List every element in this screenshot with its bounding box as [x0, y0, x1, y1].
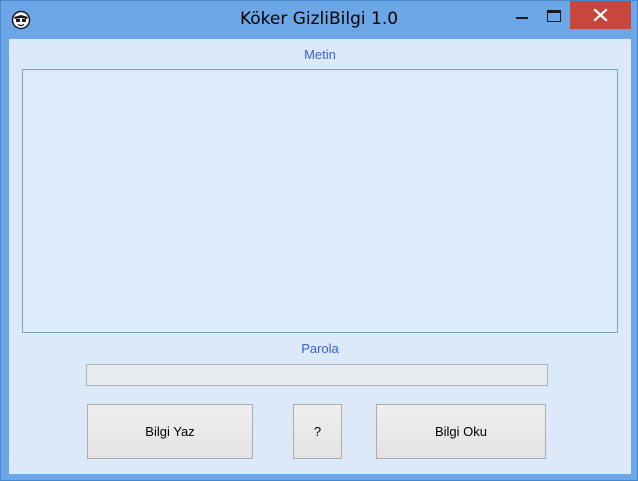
title-bar[interactable]: Köker GizliBilgi 1.0 — [1, 1, 637, 38]
message-label: Metin — [304, 47, 336, 62]
close-button[interactable] — [570, 1, 631, 29]
password-label: Parola — [301, 341, 339, 356]
password-input[interactable] — [86, 364, 548, 386]
write-info-button[interactable]: Bilgi Yaz — [87, 404, 253, 459]
maximize-button[interactable] — [538, 1, 570, 31]
close-icon — [593, 8, 608, 22]
read-info-button[interactable]: Bilgi Oku — [376, 404, 546, 459]
minimize-button[interactable] — [506, 1, 538, 31]
message-textarea[interactable] — [22, 69, 618, 333]
client-area: Metin Parola Bilgi Yaz ? Bilgi Oku — [9, 39, 631, 474]
maximize-icon — [547, 10, 561, 22]
help-button[interactable]: ? — [293, 404, 342, 459]
face-icon[interactable] — [11, 10, 31, 30]
app-window: Köker GizliBilgi 1.0 Metin Parola Bilgi … — [0, 0, 638, 481]
minimize-icon — [516, 17, 528, 19]
